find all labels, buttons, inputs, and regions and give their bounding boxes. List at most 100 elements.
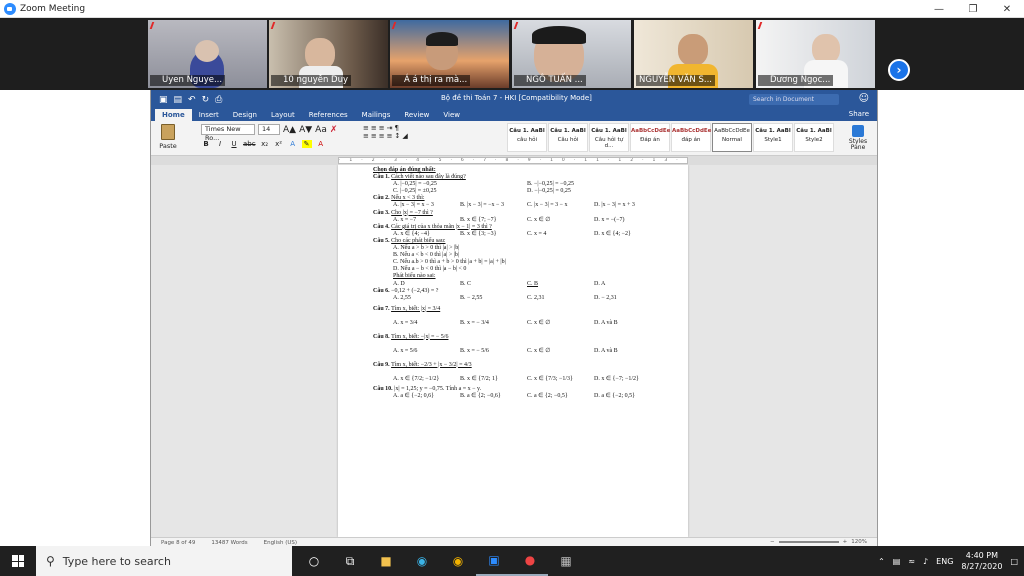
clear-format-icon[interactable]: ✗ [330, 125, 338, 135]
question-text: Nếu x < 3 thì: [391, 195, 425, 202]
zoom-out-icon[interactable]: − [770, 539, 775, 545]
language-status[interactable]: English (US) [264, 540, 297, 546]
wifi-icon[interactable]: ≈ [908, 557, 915, 566]
zoom-logo-icon [4, 2, 16, 15]
styles-pane-button[interactable]: Styles Pane [847, 125, 869, 151]
tab-references[interactable]: References [302, 109, 355, 121]
participant-tile[interactable]: NGÔ TUẤN ... [512, 20, 631, 88]
word-count[interactable]: 13487 Words [211, 540, 247, 546]
ruler[interactable]: ·1·2·3·4·5·6·7·8·9·10·11·12·13·14·15·16·… [151, 156, 877, 165]
underline-icon[interactable]: U [229, 140, 239, 148]
tab-mailings[interactable]: Mailings [355, 109, 398, 121]
style-item[interactable]: AaBbCcDdEe Đáp án [630, 123, 670, 152]
styles-pane-label: Styles Pane [848, 138, 868, 151]
tab-insert[interactable]: Insert [192, 109, 226, 121]
search-document-input[interactable]: Search in Document [749, 94, 839, 105]
font-color-icon[interactable]: A [316, 140, 326, 148]
zoom-slider[interactable] [778, 541, 839, 543]
font-size-select[interactable]: 14 [258, 124, 280, 135]
participant-tile-active-speaker[interactable]: NGUYỄN VĂN S... [634, 20, 753, 88]
italic-icon[interactable]: I [215, 140, 225, 148]
volume-icon[interactable]: ♪ [923, 557, 928, 566]
file-explorer-icon[interactable]: ■ [368, 546, 404, 576]
bold-icon[interactable]: B [201, 140, 211, 148]
bullets-icon[interactable]: ≡ [363, 124, 371, 132]
minimize-icon[interactable]: — [922, 0, 956, 18]
shrink-font-icon[interactable]: A▼ [299, 125, 312, 135]
pilcrow-icon[interactable]: ¶ [395, 124, 401, 132]
zoom-in-icon[interactable]: + [843, 539, 848, 545]
style-item[interactable]: Câu 1. AaBl Câu hỏi tự d... [589, 123, 629, 152]
question-label: Câu 6. [373, 287, 390, 294]
style-item[interactable]: Câu 1. AaBl Style2 [794, 123, 834, 152]
cortana-icon[interactable]: ○ [296, 546, 332, 576]
save-icon[interactable]: ▤ [174, 95, 183, 105]
participant-name: Uyen Nguye... [150, 75, 226, 86]
justify-icon[interactable]: ≡ [387, 132, 395, 140]
start-button[interactable] [0, 546, 36, 576]
clock-date: 8/27/2020 [961, 562, 1003, 571]
notification-icon[interactable]: □ [1010, 557, 1018, 566]
participant-tile[interactable]: Dương Ngọc... [756, 20, 875, 88]
style-item[interactable]: Câu 1. AaBl Style1 [753, 123, 793, 152]
paste-button[interactable]: Paste [157, 124, 179, 150]
page-count[interactable]: Page 8 of 49 [161, 540, 195, 546]
style-name: Style1 [764, 137, 782, 143]
grow-font-icon[interactable]: A▲ [283, 125, 296, 135]
messenger-app-icon[interactable]: ● [512, 546, 548, 576]
answer-row: A. |x − 3| = x − 3 B. |x − 3| = −x − 3 C. … [373, 202, 688, 209]
participant-tile[interactable]: Uyen Nguye... [148, 20, 267, 88]
calculator-icon[interactable]: ▦ [548, 546, 584, 576]
superscript-icon[interactable]: x² [274, 140, 284, 148]
clock[interactable]: 4:40 PM 8/27/2020 [961, 550, 1002, 572]
restore-icon[interactable]: ❐ [956, 0, 990, 18]
tab-home[interactable]: Home [155, 109, 192, 121]
tab-review[interactable]: Review [397, 109, 436, 121]
zoom-app-icon[interactable]: ▣ [476, 546, 512, 576]
share-button[interactable]: Share [849, 110, 869, 118]
edge-icon[interactable]: ◉ [404, 546, 440, 576]
document-title: Bộ đề thi Toán 7 - HKI [Compatibility Mo… [441, 94, 592, 102]
tab-view[interactable]: View [436, 109, 467, 121]
style-item[interactable]: Câu 1. AaBl Câu hỏi [548, 123, 588, 152]
taskbar-search-box[interactable]: ⚲ Type here to search [36, 546, 292, 576]
print-icon[interactable]: ⎙ [215, 95, 222, 105]
sidebar-icon[interactable]: ▣ [159, 95, 168, 105]
chrome-icon[interactable]: ◉ [440, 546, 476, 576]
close-icon[interactable]: ✕ [990, 0, 1024, 18]
task-view-icon[interactable]: ⧉ [332, 546, 368, 576]
font-name-select[interactable]: Times New Ro... [201, 124, 255, 142]
indent-icon[interactable]: ⇥ [387, 124, 395, 132]
tab-layout[interactable]: Layout [264, 109, 302, 121]
search-icon: ⚲ [46, 554, 55, 568]
answer-b: B. |x − 3| = −x − 3 [460, 202, 504, 209]
style-item-selected[interactable]: AaBbCcDdEe Normal [712, 123, 752, 152]
strikethrough-icon[interactable]: abc [243, 140, 256, 148]
feedback-smiley-icon[interactable]: ☺ [859, 93, 869, 104]
change-case-icon[interactable]: Aa [315, 125, 327, 135]
question-label: Câu 8. [373, 333, 390, 340]
gallery-next-button[interactable]: › [888, 59, 910, 81]
highlight-icon[interactable]: ✎ [301, 140, 312, 148]
document-page[interactable]: Chọn đáp án đúng nhất: Câu 1. Cách viết … [338, 165, 688, 537]
redo-icon[interactable]: ↻ [202, 95, 210, 105]
shading-icon[interactable]: ◢ [402, 132, 409, 140]
align-center-icon[interactable]: ≡ [371, 132, 379, 140]
multilevel-icon[interactable]: ≡ [379, 124, 387, 132]
tab-design[interactable]: Design [226, 109, 264, 121]
numbering-icon[interactable]: ≡ [371, 124, 379, 132]
participant-tile[interactable]: Á á thị ra mà... [390, 20, 509, 88]
chevron-up-icon[interactable]: ⌃ [878, 557, 885, 566]
style-item[interactable]: Câu 1. AaBl câu hỏi [507, 123, 547, 152]
text-effects-icon[interactable]: A [288, 140, 298, 148]
participant-tile[interactable]: 10 nguyễn Duy [269, 20, 388, 88]
undo-icon[interactable]: ↶ [188, 95, 196, 105]
style-item[interactable]: AaBbCcDdEe đáp án [671, 123, 711, 152]
answer-b: B. x = − 5/6 [460, 347, 489, 354]
align-left-icon[interactable]: ≡ [363, 132, 371, 140]
network-icon[interactable]: ▤ [893, 557, 901, 566]
input-language[interactable]: ENG [936, 557, 953, 566]
subscript-icon[interactable]: x₂ [260, 140, 270, 148]
paragraph-controls: ≡≡≡⇥¶ ≡≡≡≡↕◢ [363, 124, 448, 140]
align-right-icon[interactable]: ≡ [379, 132, 387, 140]
